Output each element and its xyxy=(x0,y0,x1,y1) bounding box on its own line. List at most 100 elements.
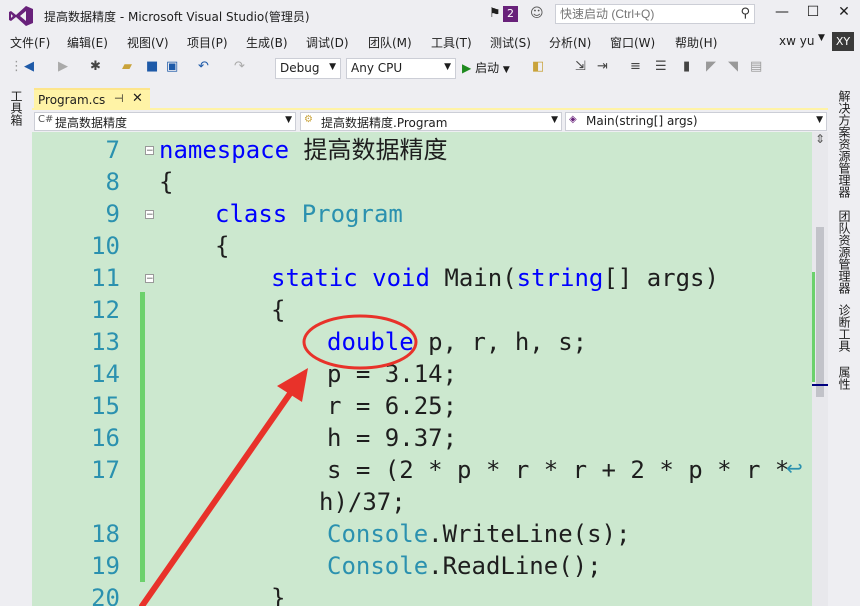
code-text: s = (2 * p * r * r + 2 * p * r * xyxy=(327,456,790,484)
pin-icon[interactable]: ⊣ xyxy=(114,92,124,105)
new-project-icon[interactable]: ✱ xyxy=(90,59,101,74)
quick-launch-input[interactable] xyxy=(560,7,730,21)
search-icon[interactable]: ⚲ xyxy=(740,6,750,21)
maximize-button[interactable]: ☐ xyxy=(803,4,823,20)
solution-platform-select[interactable]: Any CPU ▼ xyxy=(346,58,456,79)
uncomment-icon[interactable]: ☰ xyxy=(655,59,667,74)
play-icon: ▶ xyxy=(462,61,472,75)
menu-debug[interactable]: 调试(D) xyxy=(306,34,349,51)
bookmark-icon[interactable]: ▮ xyxy=(683,59,690,74)
diagnostic-tools-tab[interactable]: 诊断工具 xyxy=(836,304,853,352)
browser-link-icon[interactable]: ◧ xyxy=(532,59,544,74)
feedback-icon[interactable]: ☺ xyxy=(530,6,544,21)
code-line: h)/37; xyxy=(32,486,812,518)
close-button[interactable]: ✕ xyxy=(834,4,854,20)
line-number: 11 xyxy=(91,264,120,292)
prev-bookmark-icon[interactable]: ◤ xyxy=(706,59,716,74)
notification-flag-icon[interactable]: ⚑ xyxy=(489,6,501,21)
code-text: h)/37; xyxy=(319,488,406,516)
save-all-icon[interactable]: ▣ xyxy=(166,59,178,74)
menu-view[interactable]: 视图(V) xyxy=(127,34,169,51)
type-select[interactable]: ⚙ 提高数据精度.Program ▼ xyxy=(300,112,562,131)
start-label: 启动 xyxy=(475,61,500,75)
code-text: r = 6.25; xyxy=(327,392,458,420)
menu-help[interactable]: 帮助(H) xyxy=(675,34,717,51)
collapse-icon[interactable]: − xyxy=(145,210,154,220)
code-line: 10 { xyxy=(32,230,812,262)
start-button[interactable]: ▶ 启动 ▼ xyxy=(462,59,510,76)
chevron-down-icon: ▼ xyxy=(285,115,292,125)
code-text: Console.WriteLine(s); xyxy=(327,520,631,548)
line-number: 12 xyxy=(91,296,120,324)
collapse-icon[interactable]: − xyxy=(145,274,154,284)
solution-explorer-tab[interactable]: 解决方案资源管理器 xyxy=(836,90,853,198)
chevron-down-icon: ▼ xyxy=(502,65,510,75)
method-icon: ◈ xyxy=(569,114,577,125)
split-icon[interactable]: ⇕ xyxy=(815,132,825,146)
scrollbar-thumb[interactable] xyxy=(816,227,824,397)
code-text: Console.ReadLine(); xyxy=(327,552,602,580)
chevron-down-icon: ▼ xyxy=(329,62,336,72)
forward-icon[interactable]: ▶ xyxy=(58,59,68,74)
code-text: static void Main(string[] args) xyxy=(271,264,719,292)
menu-bar: 文件(F) 编辑(E) 视图(V) 项目(P) 生成(B) 调试(D) 团队(M… xyxy=(0,31,860,52)
comment-icon[interactable]: ≡ xyxy=(630,59,641,74)
line-number: 17 xyxy=(91,456,120,484)
menu-file[interactable]: 文件(F) xyxy=(10,34,50,51)
solution-configuration-select[interactable]: Debug ▼ xyxy=(275,58,341,79)
line-number: 13 xyxy=(91,328,120,356)
menu-tools[interactable]: 工具(T) xyxy=(431,34,472,51)
code-line: 16 h = 9.37; xyxy=(32,422,812,454)
class-icon: ⚙ xyxy=(304,114,313,125)
menu-build[interactable]: 生成(B) xyxy=(246,34,288,51)
document-tab-strip: Program.cs ⊣ ✕ xyxy=(32,86,828,110)
word-wrap-icon: ↩ xyxy=(786,456,803,480)
tab-label: Program.cs xyxy=(38,93,106,107)
line-number: 15 xyxy=(91,392,120,420)
step-into-icon[interactable]: ⇲ xyxy=(575,59,586,74)
toolbox-tab[interactable]: 工具箱 xyxy=(8,90,25,126)
collapse-icon[interactable]: − xyxy=(145,146,154,156)
avatar[interactable]: XY xyxy=(832,32,854,51)
vertical-scrollbar[interactable]: ⇕ xyxy=(812,132,828,606)
menu-edit[interactable]: 编辑(E) xyxy=(67,34,108,51)
notification-badge[interactable]: 2 xyxy=(503,6,518,22)
minimize-button[interactable]: — xyxy=(772,4,792,20)
code-text: { xyxy=(159,168,174,196)
member-select[interactable]: ◈ Main(string[] args) ▼ xyxy=(565,112,827,131)
open-folder-icon[interactable]: ▰ xyxy=(122,59,132,74)
save-icon[interactable]: ■ xyxy=(146,59,158,74)
menu-window[interactable]: 窗口(W) xyxy=(610,34,655,51)
code-line: 19 Console.ReadLine(); xyxy=(32,550,812,582)
quick-launch[interactable]: ⚲ xyxy=(555,4,755,24)
code-line: 8 { xyxy=(32,166,812,198)
right-tool-strip: 解决方案资源管理器 团队资源管理器 诊断工具 属性 xyxy=(828,86,860,606)
tab-program-cs[interactable]: Program.cs ⊣ ✕ xyxy=(34,88,150,110)
team-explorer-tab[interactable]: 团队资源管理器 xyxy=(836,210,853,294)
code-text: } xyxy=(271,584,286,606)
line-number: 14 xyxy=(91,360,120,388)
project-select[interactable]: C# 提高数据精度 ▼ xyxy=(34,112,296,131)
left-tool-strip: 工具箱 xyxy=(0,86,32,606)
navigation-bar: C# 提高数据精度 ▼ ⚙ 提高数据精度.Program ▼ ◈ Main(st… xyxy=(32,110,828,132)
code-editor[interactable]: 7 − namespace 提高数据精度 8 { 9 − class Progr… xyxy=(32,132,812,606)
close-icon[interactable]: ✕ xyxy=(132,91,143,106)
undo-icon[interactable]: ↶ xyxy=(198,59,209,74)
properties-tab[interactable]: 属性 xyxy=(836,366,853,390)
redo-icon[interactable]: ↷ xyxy=(234,59,245,74)
code-text: { xyxy=(271,296,286,324)
step-over-icon[interactable]: ⇥ xyxy=(597,59,608,74)
chevron-down-icon[interactable]: ▼ xyxy=(818,33,825,43)
code-line: 17 s = (2 * p * r * r + 2 * p * r * ↩ xyxy=(32,454,812,486)
menu-analyze[interactable]: 分析(N) xyxy=(549,34,591,51)
code-line: 11 − static void Main(string[] args) xyxy=(32,262,812,294)
menu-test[interactable]: 测试(S) xyxy=(490,34,531,51)
next-bookmark-icon[interactable]: ◥ xyxy=(728,59,738,74)
menu-team[interactable]: 团队(M) xyxy=(368,34,412,51)
user-name[interactable]: xw yu xyxy=(779,34,814,48)
menu-project[interactable]: 项目(P) xyxy=(187,34,228,51)
grip-icon[interactable]: ⋮ xyxy=(10,59,23,74)
back-icon[interactable]: ◀ xyxy=(24,59,34,74)
clear-bookmarks-icon[interactable]: ▤ xyxy=(750,59,762,74)
code-line: 9 − class Program xyxy=(32,198,812,230)
